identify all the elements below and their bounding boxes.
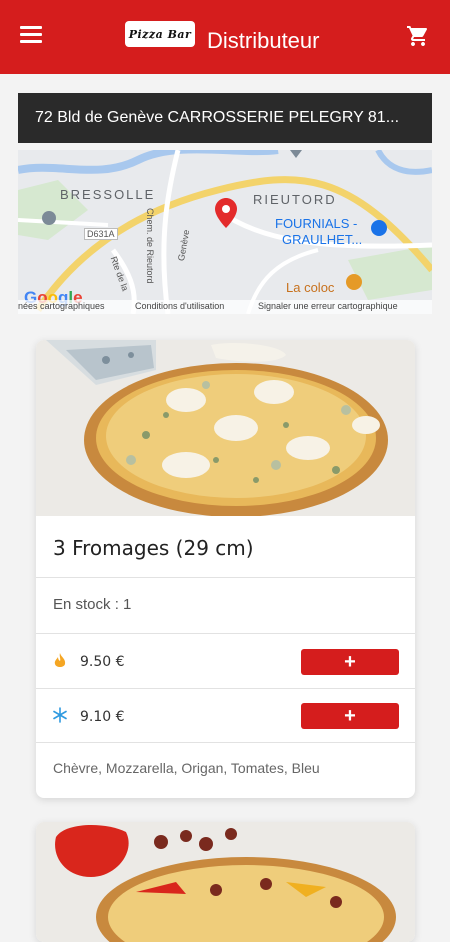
flame-icon xyxy=(54,653,66,667)
map-footer-terms[interactable]: Conditions d'utilisation xyxy=(135,301,224,311)
divider xyxy=(36,742,415,743)
map-poi-fournials-1: FOURNIALS - xyxy=(275,216,358,231)
product-ingredients: Chèvre, Mozzarella, Origan, Tomates, Ble… xyxy=(53,760,320,776)
map-poi-coloc: La coloc xyxy=(286,280,335,295)
product-name: 3 Fromages (29 cm) xyxy=(53,536,254,560)
stock-status: En stock : 1 xyxy=(53,596,132,613)
divider xyxy=(36,633,415,634)
add-hot-button[interactable]: + xyxy=(301,649,399,675)
map-street-2: Chem. de Rieutord xyxy=(145,208,155,284)
map-road-label: D631A xyxy=(84,228,118,240)
distributor-address[interactable]: 72 Bld de Genève CARROSSERIE PELEGRY 81.… xyxy=(18,93,432,143)
map-footer-data[interactable]: nées cartographiques xyxy=(18,301,105,311)
divider xyxy=(36,577,415,578)
brand-logo-text: Pizza Bar xyxy=(128,27,192,41)
price-frozen: 9.10 € xyxy=(80,709,125,725)
product-image xyxy=(36,340,415,516)
map-place-bressolle: BRESSOLLE xyxy=(60,187,156,202)
product-card: 3 Fromages (29 cm) En stock : 1 9.50 € +… xyxy=(36,340,415,798)
app-bar: Pizza Bar Distributeur xyxy=(0,0,450,74)
product-image-next xyxy=(36,822,415,942)
add-frozen-button[interactable]: + xyxy=(301,703,399,729)
menu-icon[interactable] xyxy=(20,26,42,44)
divider xyxy=(36,688,415,689)
map-view[interactable]: BRESSOLLE RIEUTORD FOURNIALS - GRAULHET.… xyxy=(18,150,432,314)
add-hot-button-label: + xyxy=(344,651,356,673)
add-frozen-button-label: + xyxy=(344,705,356,727)
map-footer-report[interactable]: Signaler une erreur cartographique xyxy=(258,301,398,311)
map-poi-fournials-2: GRAULHET... xyxy=(282,232,363,247)
map-footer: nées cartographiques Conditions d'utilis… xyxy=(18,300,432,314)
cart-icon[interactable] xyxy=(406,24,430,48)
brand-logo: Pizza Bar xyxy=(125,21,195,47)
map-place-rieutord: RIEUTORD xyxy=(253,192,337,207)
product-card-next[interactable] xyxy=(36,822,415,942)
snowflake-icon xyxy=(53,707,67,723)
page-title: Distributeur xyxy=(207,28,320,53)
price-hot: 9.50 € xyxy=(80,654,125,670)
